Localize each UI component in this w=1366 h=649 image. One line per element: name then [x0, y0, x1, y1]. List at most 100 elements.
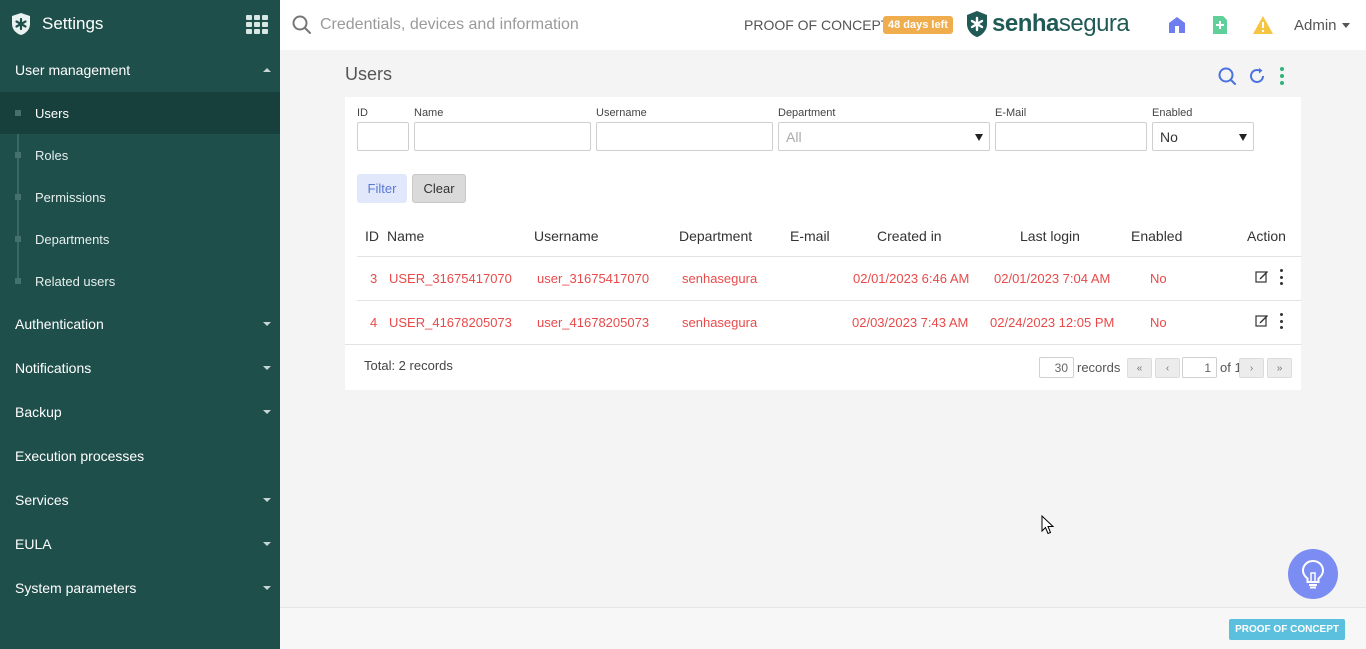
bullet-icon	[15, 110, 21, 116]
more-vertical-icon[interactable]	[1272, 66, 1292, 86]
user-menu[interactable]: Admin	[1294, 17, 1350, 34]
cell-enabled: No	[1150, 315, 1167, 330]
chevron-down-icon	[1341, 23, 1350, 28]
row-actions-menu-icon[interactable]	[1278, 269, 1284, 285]
sidebar-item-label: Users	[35, 105, 69, 121]
global-search-input[interactable]	[320, 16, 620, 34]
column-header-id[interactable]: ID	[365, 228, 379, 244]
sidebar-item-label: Roles	[35, 147, 69, 163]
table-header-divider	[357, 256, 1301, 257]
filter-id-input[interactable]	[357, 122, 409, 151]
column-header-created[interactable]: Created in	[877, 228, 942, 244]
column-header-department[interactable]: Department	[679, 228, 752, 244]
sidebar-item-roles[interactable]: Roles	[0, 134, 280, 176]
filter-username-input[interactable]	[596, 122, 773, 151]
sidebar-section-label: Authentication	[15, 316, 104, 332]
column-header-name[interactable]: Name	[387, 228, 424, 244]
prev-page-button[interactable]: ‹	[1155, 358, 1180, 378]
chevron-down-icon	[263, 498, 271, 502]
records-per-page-input[interactable]: 30	[1039, 357, 1074, 378]
edit-icon[interactable]	[1255, 313, 1269, 327]
sidebar-section-system-parameters[interactable]: System parameters	[0, 566, 280, 610]
add-document-icon[interactable]	[1209, 14, 1231, 36]
sidebar-section-label: Backup	[15, 404, 62, 420]
sidebar-section-eula[interactable]: EULA	[0, 522, 280, 566]
cell-username: user_41678205073	[537, 315, 650, 330]
cell-department: senhasegura	[682, 315, 758, 330]
brand-name: senhasegura	[992, 10, 1130, 38]
sidebar-submenu: Users Roles Permissions Departments Rela…	[0, 92, 280, 302]
cell-id: 3	[370, 271, 378, 286]
sidebar-section-user-management[interactable]: User management	[0, 48, 280, 92]
proof-of-concept-label: PROOF OF CONCEPT	[744, 17, 890, 33]
column-header-enabled[interactable]: Enabled	[1131, 228, 1182, 244]
page-title: Users	[345, 64, 393, 84]
cell-created: 02/01/2023 6:46 AM	[853, 271, 970, 286]
brand-logo: senhasegura	[966, 10, 1130, 38]
sidebar-section-label: EULA	[15, 536, 52, 552]
sidebar-item-label: Departments	[35, 231, 110, 247]
users-card: ID Name Username Department All E-Mail E…	[345, 97, 1301, 390]
page-number-input[interactable]: 1	[1182, 357, 1217, 378]
filter-button[interactable]: Filter	[357, 174, 407, 203]
first-page-button[interactable]: «	[1127, 358, 1152, 378]
refresh-icon[interactable]	[1247, 66, 1267, 86]
brand-shield-icon	[967, 11, 987, 37]
sidebar-item-label: Permissions	[35, 189, 106, 205]
filter-department-select[interactable]: All	[778, 122, 990, 151]
search-icon[interactable]	[1217, 66, 1237, 86]
cell-enabled: No	[1150, 271, 1167, 286]
sidebar-header: Settings	[0, 0, 280, 48]
user-name: Admin	[1294, 17, 1337, 34]
bullet-icon	[15, 194, 21, 200]
sidebar-item-users[interactable]: Users	[0, 92, 280, 134]
sidebar-item-related-users[interactable]: Related users	[0, 260, 280, 302]
last-page-button[interactable]: »	[1267, 358, 1292, 378]
sidebar-section-label: Services	[15, 492, 69, 508]
tips-button[interactable]	[1288, 549, 1338, 599]
column-header-username[interactable]: Username	[534, 228, 599, 244]
topbar: PROOF OF CONCEPT 48 days left senhasegur…	[280, 0, 1366, 50]
filter-enabled-select[interactable]: No	[1152, 122, 1254, 151]
filter-department-value: All	[786, 128, 802, 145]
filter-enabled-value: No	[1160, 128, 1178, 145]
filter-id-label: ID	[357, 107, 368, 119]
sidebar-section-authentication[interactable]: Authentication	[0, 302, 280, 346]
sidebar-section-services[interactable]: Services	[0, 478, 280, 522]
records-label: records	[1077, 360, 1121, 375]
next-page-button[interactable]: ›	[1239, 358, 1264, 378]
chevron-down-icon	[263, 322, 271, 326]
cell-username: user_31675417070	[537, 271, 650, 286]
column-header-email[interactable]: E-mail	[790, 228, 830, 244]
clear-button[interactable]: Clear	[412, 174, 466, 203]
sidebar-section-backup[interactable]: Backup	[0, 390, 280, 434]
bullet-icon	[15, 152, 21, 158]
filter-name-input[interactable]	[414, 122, 591, 151]
chevron-down-icon	[263, 366, 271, 370]
edit-icon[interactable]	[1255, 269, 1269, 283]
cell-name: USER_31675417070	[389, 271, 512, 286]
sidebar-section-execution-processes[interactable]: Execution processes	[0, 434, 280, 478]
sidebar-section-notifications[interactable]: Notifications	[0, 346, 280, 390]
filter-department-label: Department	[778, 107, 836, 119]
brand-name-rest: segura	[1058, 10, 1130, 37]
bullet-icon	[15, 236, 21, 242]
cell-last-login: 02/24/2023 12:05 PM	[990, 315, 1115, 330]
footer: PROOF OF CONCEPT	[280, 607, 1366, 649]
brand-name-bold: senha	[992, 10, 1059, 37]
dropdown-arrow-icon	[975, 134, 983, 141]
cell-department: senhasegura	[682, 271, 758, 286]
cell-name: USER_41678205073	[389, 315, 512, 330]
sidebar-item-departments[interactable]: Departments	[0, 218, 280, 260]
sidebar-item-permissions[interactable]: Permissions	[0, 176, 280, 218]
warning-icon[interactable]	[1252, 14, 1274, 36]
row-actions-menu-icon[interactable]	[1278, 313, 1284, 329]
filter-email-input[interactable]	[995, 122, 1147, 151]
search-icon[interactable]	[292, 15, 312, 35]
filter-username-label: Username	[596, 107, 647, 119]
home-icon[interactable]	[1166, 14, 1188, 36]
filter-enabled-label: Enabled	[1152, 107, 1193, 119]
sidebar: Settings User management Users Roles Per…	[0, 0, 280, 649]
apps-grid-icon[interactable]	[246, 15, 268, 34]
column-header-last-login[interactable]: Last login	[1020, 228, 1080, 244]
